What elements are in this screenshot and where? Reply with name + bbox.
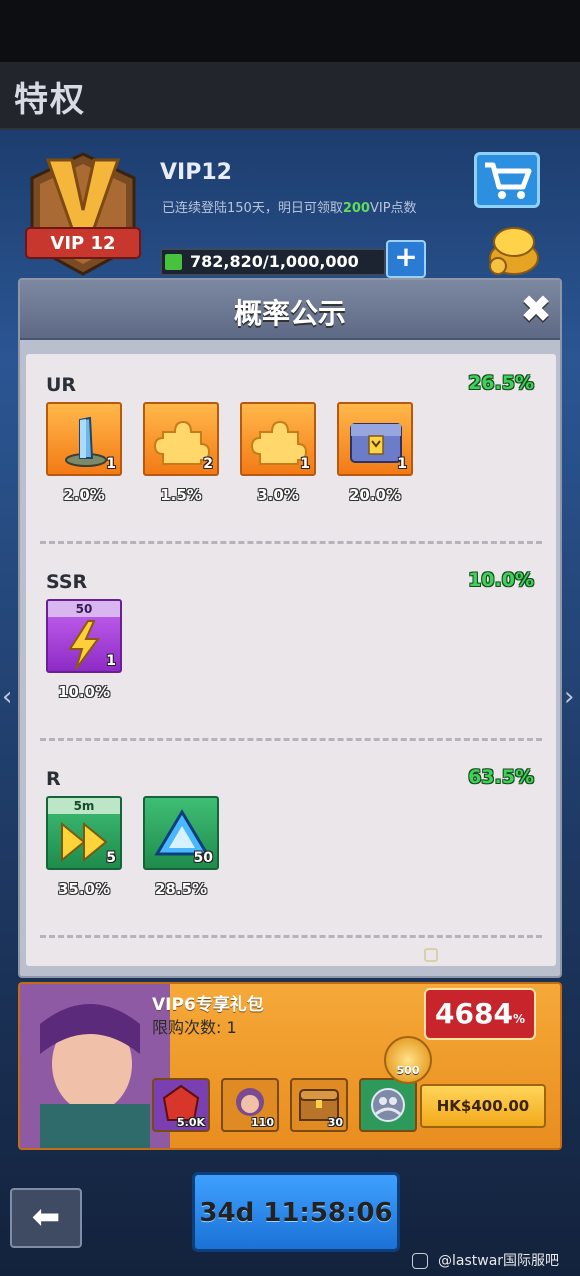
reward-item[interactable]: 1 3.0% [240, 402, 316, 506]
reward-slot[interactable]: 30 [290, 1078, 348, 1132]
discount-badge: 4684% [424, 988, 536, 1040]
vip-badge-label: VIP 12 [50, 233, 115, 254]
section-divider [40, 541, 542, 544]
item-count: 1 [300, 456, 310, 472]
reward-label: 5.0K [176, 1116, 205, 1129]
countdown-timer: 34d 11:58:06 [192, 1172, 400, 1252]
item-tile: 5m 5 [46, 796, 122, 870]
status-strip [0, 0, 580, 62]
item-count: 50 [193, 850, 213, 866]
probability-modal: 概率公示 ✖ UR 26.5% 1 2.0% 2 1.5% 1 3.0% 1 2… [18, 278, 562, 978]
item-top-label: 5m [48, 798, 120, 814]
vip-desc-prefix: 已连续登陆150天，明日可领取 [162, 201, 343, 216]
item-count: 1 [106, 653, 116, 669]
item-probability: 35.0% [57, 880, 111, 898]
back-arrow-icon: ⬅ [31, 1197, 61, 1237]
watermark: @lastwar国际服吧 [412, 1250, 559, 1270]
reward-slot[interactable] [359, 1078, 417, 1132]
item-probability: 1.5% [160, 486, 202, 504]
item-probability: 2.0% [63, 486, 105, 504]
vip-progress-bar: 782,820/1,000,000 [160, 248, 386, 276]
item-top-label: 50 [48, 601, 120, 617]
reward-label: 110 [251, 1116, 274, 1129]
reward-item[interactable]: 1 2.0% [46, 402, 122, 506]
item-tile: 50 1 [46, 599, 122, 673]
modal-body: UR 26.5% 1 2.0% 2 1.5% 1 3.0% 1 20.0% SS… [26, 354, 556, 966]
cursor-indicator [424, 948, 438, 962]
modal-header: 概率公示 ✖ [20, 280, 560, 340]
reward-item[interactable]: 1 20.0% [337, 402, 413, 506]
reward-label: 30 [327, 1116, 343, 1129]
watermark-text: @lastwar国际服吧 [438, 1253, 560, 1269]
page-title: 特权 [14, 80, 86, 120]
item-probability: 20.0% [348, 486, 402, 504]
section-r: R 63.5% 5m 5 35.0% 50 28.5% [26, 748, 556, 938]
back-button[interactable]: ⬅ [10, 1188, 82, 1248]
vip-points-label: 500 [396, 1064, 420, 1077]
pack-title: VIP6专享礼包 [152, 995, 264, 1015]
title-bar [0, 62, 580, 130]
vip-level-name: VIP12 [160, 160, 232, 185]
vip-badge: VIP 12 [25, 152, 141, 276]
progress-fill [165, 254, 182, 270]
item-tile: 2 [143, 402, 219, 476]
reward-item[interactable]: 2 1.5% [143, 402, 219, 506]
section-divider [40, 738, 542, 741]
add-vip-points-button[interactable]: + [386, 240, 426, 278]
section-percent: 26.5% [468, 372, 534, 394]
shop-button[interactable] [474, 152, 540, 208]
close-button[interactable]: ✖ [516, 290, 556, 330]
hero-character-image [20, 984, 170, 1148]
discount-unit: % [512, 1012, 525, 1026]
section-name: UR [46, 374, 77, 396]
section-divider [40, 935, 542, 938]
section-name: R [46, 768, 61, 790]
item-count: 2 [203, 456, 213, 472]
vip-pack-card: VIP6专享礼包 限购次数: 1 4684% 5.0K 110 30 500 H… [18, 982, 562, 1150]
cart-icon [485, 162, 532, 199]
section-ssr: SSR 10.0% 50 1 10.0% [26, 551, 556, 741]
item-probability: 3.0% [257, 486, 299, 504]
prev-arrow-icon[interactable]: ‹ [2, 682, 16, 712]
discount-value: 4684 [435, 997, 513, 1030]
next-arrow-icon[interactable]: › [564, 682, 578, 712]
item-tile: 1 [240, 402, 316, 476]
vip-desc-highlight: 200 [342, 201, 370, 216]
item-count: 5 [106, 850, 116, 866]
reward-slot[interactable]: 5.0K [152, 1078, 210, 1132]
item-tile: 1 [337, 402, 413, 476]
item-count: 1 [106, 456, 116, 472]
item-tile: 50 [143, 796, 219, 870]
progress-text: 782,820/1,000,000 [190, 252, 359, 271]
weibo-icon [412, 1253, 428, 1269]
vip-desc-suffix: VIP点数 [369, 201, 417, 216]
purchase-button[interactable]: HK$400.00 [420, 1084, 546, 1128]
reward-item[interactable]: 50 1 10.0% [46, 599, 122, 703]
pack-purchase-limit: 限购次数: 1 [152, 1018, 237, 1037]
vip-description: 已连续登陆150天，明日可领取200VIP点数 [162, 198, 462, 220]
reward-item[interactable]: 5m 5 35.0% [46, 796, 122, 900]
modal-title: 概率公示 [233, 297, 346, 330]
group-icon [371, 1088, 405, 1122]
item-tile: 1 [46, 402, 122, 476]
reward-item[interactable]: 50 28.5% [143, 796, 219, 900]
reward-slot[interactable]: 110 [221, 1078, 279, 1132]
item-probability: 10.0% [57, 683, 111, 701]
item-count: 1 [397, 456, 407, 472]
section-name: SSR [46, 571, 88, 593]
section-percent: 63.5% [468, 766, 534, 788]
section-ur: UR 26.5% 1 2.0% 2 1.5% 1 3.0% 1 20.0% [26, 354, 556, 544]
section-percent: 10.0% [468, 569, 534, 591]
item-probability: 28.5% [154, 880, 208, 898]
gold-coins-icon [489, 227, 539, 275]
